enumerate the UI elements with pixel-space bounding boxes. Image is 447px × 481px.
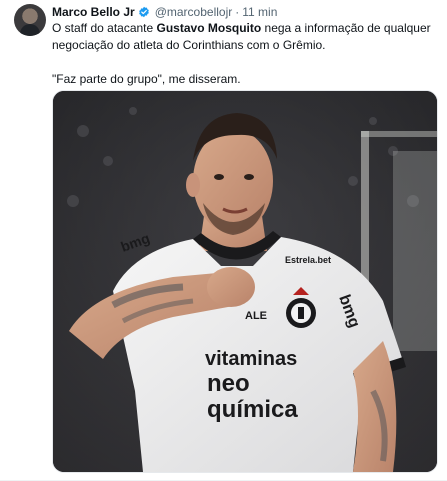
tweet-quote: "Faz parte do grupo", me disseram. (52, 72, 241, 86)
tweet-text-start: O staff do atacante (52, 21, 157, 35)
tweet-text: O staff do atacante Gustavo Mosquito neg… (52, 20, 436, 88)
author-avatar[interactable] (14, 4, 46, 36)
player-photo-illustration: bmg bmg Estrela.bet ALE vitaminas neo qu… (53, 91, 437, 472)
tweet-paragraph: O staff do atacante Gustavo Mosquito neg… (52, 20, 436, 54)
tweet-text-bold: Gustavo Mosquito (156, 21, 262, 35)
tweet-card[interactable]: Marco Bello Jr @marcobellojr · 11 min O … (0, 0, 447, 481)
separator-dot: · (235, 5, 240, 19)
verified-badge-icon (138, 6, 150, 18)
shirt-sponsor-line-2: neo (207, 370, 250, 397)
chest-sponsor: Estrela.bet (285, 255, 331, 265)
shirt-sponsor-line-1: vitaminas (205, 348, 297, 370)
shirt-sponsor-line-3: química (207, 396, 298, 423)
tweet-photo[interactable]: bmg bmg Estrela.bet ALE vitaminas neo qu… (52, 90, 438, 473)
brand-logo: ALE (245, 310, 267, 322)
author-name[interactable]: Marco Bello Jr (52, 5, 135, 19)
tweet-timestamp[interactable]: 11 min (242, 5, 277, 19)
author-handle[interactable]: @marcobellojr (155, 5, 233, 19)
tweet-header: Marco Bello Jr @marcobellojr · 11 min (52, 4, 437, 20)
